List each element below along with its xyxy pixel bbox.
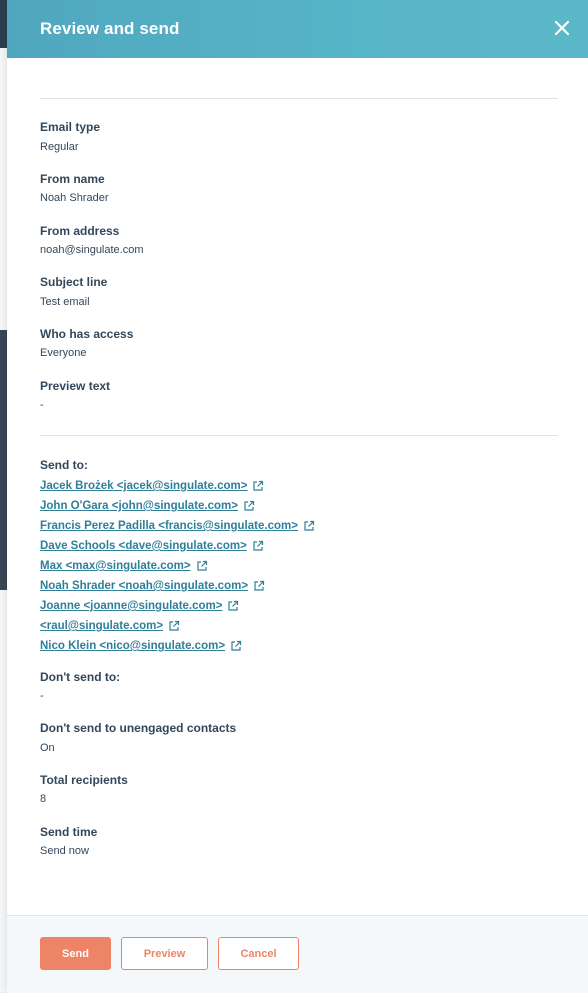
who-has-access-label: Who has access xyxy=(40,327,134,341)
external-link-icon xyxy=(228,600,239,611)
email-type-label: Email type xyxy=(40,120,101,134)
external-link-icon xyxy=(304,520,315,531)
list-item: Noah Shrader <noah@singulate.com> xyxy=(40,576,315,596)
list-item: Jacek Brożek <jacek@singulate.com> xyxy=(40,476,315,496)
list-item: <raul@singulate.com> xyxy=(40,616,315,636)
close-icon[interactable] xyxy=(551,17,573,39)
external-link-icon xyxy=(196,560,207,571)
send-time-label: Send time xyxy=(40,825,98,839)
recipient-link[interactable]: John O'Gara <john@singulate.com> xyxy=(40,500,238,512)
recipient-link[interactable]: Max <max@singulate.com> xyxy=(40,560,191,572)
recipient-list: Jacek Brożek <jacek@singulate.com> John … xyxy=(40,476,315,656)
external-link-icon xyxy=(253,480,264,491)
external-link-icon xyxy=(254,580,265,591)
from-name-value: Noah Shrader xyxy=(40,192,109,204)
cancel-button[interactable]: Cancel xyxy=(218,937,299,970)
from-address-value: noah@singulate.com xyxy=(40,244,144,256)
send-button[interactable]: Send xyxy=(40,937,111,970)
list-item: Joanne <joanne@singulate.com> xyxy=(40,596,315,616)
middle-divider xyxy=(40,435,558,436)
preview-button[interactable]: Preview xyxy=(121,937,208,970)
send-time-value: Send now xyxy=(40,845,89,857)
external-link-icon xyxy=(231,640,242,651)
list-item: Francis Perez Padilla <francis@singulate… xyxy=(40,516,315,536)
subject-line-value: Test email xyxy=(40,296,90,308)
send-to-label: Send to: xyxy=(40,458,88,472)
external-link-icon xyxy=(244,500,255,511)
background-page xyxy=(0,0,7,992)
list-item: Nico Klein <nico@singulate.com> xyxy=(40,636,315,656)
panel-title: Review and send xyxy=(40,19,180,38)
recipient-link[interactable]: Noah Shrader <noah@singulate.com> xyxy=(40,580,248,592)
total-recipients-value: 8 xyxy=(40,793,47,805)
from-name-label: From name xyxy=(40,172,105,186)
background-image xyxy=(0,330,7,590)
email-type-value: Regular xyxy=(40,141,79,153)
list-item: Dave Schools <dave@singulate.com> xyxy=(40,536,315,556)
from-address-label: From address xyxy=(40,224,120,238)
recipient-link[interactable]: Joanne <joanne@singulate.com> xyxy=(40,600,222,612)
who-has-access-value: Everyone xyxy=(40,347,87,359)
total-recipients-label: Total recipients xyxy=(40,773,128,787)
recipient-link[interactable]: Jacek Brożek <jacek@singulate.com> xyxy=(40,480,247,492)
dont-send-to-value: - xyxy=(40,690,44,702)
subject-line-label: Subject line xyxy=(40,275,108,289)
recipient-link[interactable]: <raul@singulate.com> xyxy=(40,620,163,632)
recipient-link[interactable]: Nico Klein <nico@singulate.com> xyxy=(40,640,225,652)
review-and-send-panel: Review and send Email type Regular From … xyxy=(7,0,588,993)
top-divider xyxy=(40,98,558,99)
dont-send-to-label: Don't send to: xyxy=(40,670,121,684)
preview-text-label: Preview text xyxy=(40,379,111,393)
unengaged-contacts-label: Don't send to unengaged contacts xyxy=(40,721,237,735)
list-item: John O'Gara <john@singulate.com> xyxy=(40,496,315,516)
panel-header: Review and send xyxy=(7,0,588,58)
preview-text-value: - xyxy=(40,399,44,411)
external-link-icon xyxy=(253,540,263,551)
recipient-link[interactable]: Francis Perez Padilla <francis@singulate… xyxy=(40,520,298,532)
background-header xyxy=(0,0,7,48)
panel-footer: Send Preview Cancel xyxy=(7,915,588,993)
recipient-link[interactable]: Dave Schools <dave@singulate.com> xyxy=(40,540,247,552)
external-link-icon xyxy=(169,620,180,631)
unengaged-contacts-value: On xyxy=(40,742,55,754)
list-item: Max <max@singulate.com> xyxy=(40,556,315,576)
